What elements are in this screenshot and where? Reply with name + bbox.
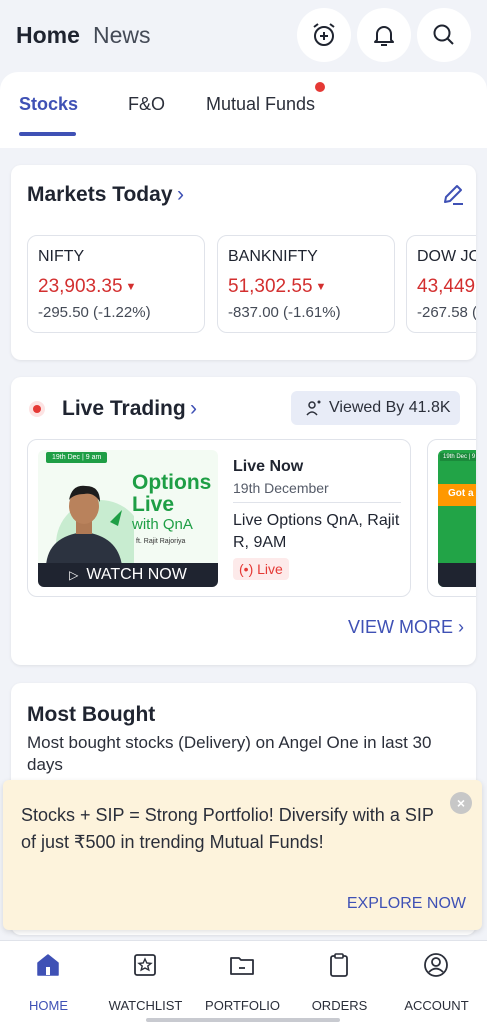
chevron-right-icon: › [458,617,464,637]
edit-pencil-icon[interactable] [440,181,466,207]
alarm-clock-icon [313,23,335,46]
bell-icon [374,26,394,46]
down-triangle-icon: ▼ [315,280,327,293]
nav-watchlist[interactable]: WATCHLIST [97,941,194,1024]
nav-home[interactable]: HOME [0,941,97,1024]
home-title[interactable]: Home [16,22,80,49]
thumbnail-date: 19th Dec | 9 am [440,453,476,461]
segment-tabs: Stocks F&O Mutual Funds [0,72,487,148]
next-session-card[interactable]: 19th Dec | 9 am Got a [427,439,476,597]
thumbnail-date: 19th Dec | 9 am [46,452,108,463]
divider [233,502,401,503]
index-price: 51,302.55 ▼ [228,276,327,297]
thumbnail-title: Got a [438,484,476,506]
alarm-button[interactable] [297,8,351,62]
index-name: BANKNIFTY [228,248,318,265]
index-card-nifty[interactable]: NIFTY 23,903.35 ▼ -295.50 (-1.22%) [27,235,205,333]
home-icon [37,954,59,976]
live-indicator-dot [29,401,45,417]
most-bought-description: Most bought stocks (Delivery) on Angel O… [27,733,432,774]
watchlist-icon [134,954,156,976]
tab-fno[interactable]: F&O [128,94,165,115]
index-name: DOW JO [417,248,476,265]
index-change: -267.58 ( [417,304,476,321]
session-status: Live Now [233,458,304,475]
index-change: -837.00 (-1.61%) [228,304,341,321]
top-bar: Home News [0,0,487,70]
thumbnail-title: Options Live [132,471,212,516]
nav-orders[interactable]: ORDERS [291,941,388,1024]
explore-now-button[interactable]: EXPLORE NOW [347,895,466,913]
markets-today-card: Markets Today › NIFTY 23,903.35 ▼ -295.50… [11,165,476,360]
thumbnail-featuring: ft. Rajit Rajoriya [136,538,186,545]
active-tab-indicator [19,132,76,136]
presenter-image [46,485,134,566]
index-card-dow-jones[interactable]: DOW JO 43,449 -267.58 ( [406,235,476,333]
home-indicator [146,1018,340,1022]
news-title[interactable]: News [93,22,151,49]
notifications-button[interactable] [357,8,411,62]
viewers-icon [306,400,321,416]
most-bought-title[interactable]: Most Bought [27,703,155,727]
index-price: 23,903.35 ▼ [38,276,137,297]
live-trading-card: Live Trading › Viewed By 41.8K 19th Dec … [11,377,476,665]
watch-now-button[interactable]: ▷ WATCH NOW [38,563,218,587]
watch-bar [438,563,476,587]
viewed-by-badge: Viewed By 41.8K [291,391,460,425]
index-card-banknifty[interactable]: BANKNIFTY 51,302.55 ▼ -837.00 (-1.61%) [217,235,395,333]
search-icon [433,24,454,45]
tab-stocks[interactable]: Stocks [19,94,78,115]
account-icon [424,953,448,977]
live-badge: (•) Live [233,558,289,580]
promo-banner: Stocks + SIP = Strong Portfolio! Diversi… [3,780,482,930]
session-description: Live Options QnA, Rajit R, 9AM [233,512,400,551]
markets-today-title[interactable]: Markets Today [27,183,173,207]
index-change: -295.50 (-1.22%) [38,304,151,321]
next-session-thumbnail: 19th Dec | 9 am Got a [438,450,476,587]
view-more-link[interactable]: VIEW MORE › [348,617,464,638]
bottom-navigation: HOME WATCHLIST PORTFOLIO ORDERS ACCOUNT [0,940,487,1024]
play-icon: ▷ [69,568,79,582]
index-name: NIFTY [38,248,85,265]
live-session-card[interactable]: 19th Dec | 9 am Options Live with QnA ft… [27,439,411,597]
close-icon[interactable]: × [450,792,472,814]
search-button[interactable] [417,8,471,62]
viewed-by-text: Viewed By 41.8K [329,399,451,416]
portfolio-icon [230,957,254,975]
chevron-right-icon[interactable]: › [177,183,184,207]
session-date: 19th December [233,480,329,496]
chevron-right-icon[interactable]: › [190,397,197,421]
orders-icon [330,953,348,977]
promo-text: Stocks + SIP = Strong Portfolio! Diversi… [21,805,434,852]
tab-mutual-funds[interactable]: Mutual Funds [206,94,315,115]
session-thumbnail[interactable]: 19th Dec | 9 am Options Live with QnA ft… [38,450,218,587]
live-trading-title[interactable]: Live Trading [62,397,186,421]
down-triangle-icon: ▼ [125,280,137,293]
index-price: 43,449 [417,276,476,297]
broadcast-icon: (•) [239,561,254,577]
thumbnail-subtitle: with QnA [132,516,193,533]
nav-portfolio[interactable]: PORTFOLIO [194,941,291,1024]
nav-account[interactable]: ACCOUNT [388,941,487,1024]
notification-dot [315,82,325,92]
